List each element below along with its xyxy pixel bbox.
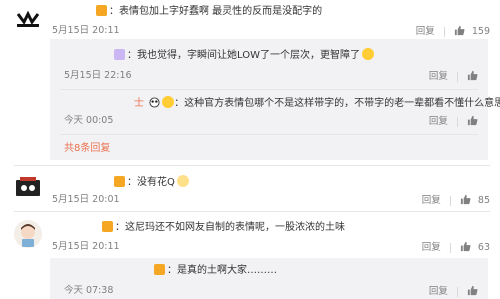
reply-time: 5月15日 22:16 — [64, 70, 132, 81]
reply-list: ：是真的土啊大家……… 今天 07:38 回复 — [50, 258, 488, 299]
comment-3: ：这尼玛还不如网友自制的表情呢，一股浓浓的土味 5月15日 20:11 回复 6… — [0, 212, 500, 258]
comment-text: ：没有花Q — [52, 175, 189, 190]
comment-time: 5月15日 20:01 — [52, 194, 120, 205]
username[interactable] — [52, 177, 114, 187]
like-count: 85 — [477, 194, 490, 206]
vip-badge-icon — [114, 176, 125, 187]
reply-divider — [60, 134, 478, 135]
reply-button[interactable]: 回复 — [422, 195, 441, 207]
reply-button[interactable]: 回复 — [429, 71, 448, 83]
comment-actions: 回复 85 — [422, 194, 490, 207]
vip-badge-icon — [154, 264, 165, 275]
reply-button[interactable]: 回复 — [429, 286, 448, 298]
like-button[interactable] — [460, 194, 471, 207]
emoji-icon — [162, 96, 175, 108]
thumbs-up-icon — [454, 25, 465, 36]
divider — [449, 195, 451, 206]
reply-actions: 回复 — [429, 285, 478, 298]
vip-badge-icon — [114, 49, 125, 60]
thumbs-up-icon — [467, 115, 478, 126]
reply-list: ：我也觉得，字瞬间让她LOW了一个层次，更智障了 5月15日 22:16 回复 … — [50, 39, 500, 160]
like-count: 63 — [477, 241, 490, 253]
comment-actions: 回复 159 — [416, 25, 490, 38]
username[interactable] — [52, 222, 102, 232]
like-count: 159 — [471, 25, 490, 37]
reply-time: 今天 00:05 — [64, 115, 114, 126]
divider — [443, 26, 445, 37]
avatar[interactable] — [14, 220, 42, 248]
avatar[interactable] — [14, 4, 42, 32]
vip-badge-icon — [102, 221, 113, 232]
thumbs-up-icon — [460, 194, 471, 205]
thumbs-up-icon — [460, 241, 471, 252]
like-button[interactable] — [460, 241, 471, 254]
comment-actions: 回复 63 — [422, 241, 490, 254]
thumbs-up-icon — [467, 285, 478, 296]
username[interactable] — [64, 50, 114, 60]
thumbs-up-icon — [467, 70, 478, 81]
username-tail[interactable]: 士 — [134, 98, 144, 109]
comment-2: ：没有花Q 5月15日 20:01 回复 85 — [0, 166, 500, 210]
emoji-icon — [361, 48, 374, 60]
vip-badge-icon — [96, 5, 107, 16]
reply-button[interactable]: 回复 — [416, 26, 435, 38]
username[interactable] — [64, 98, 134, 108]
emoji-icon — [176, 175, 189, 187]
comment-time: 5月15日 20:11 — [52, 241, 120, 252]
reply-text: ：我也觉得，字瞬间让她LOW了一个层次，更智障了 — [64, 48, 374, 63]
reply-time: 今天 07:38 — [64, 285, 114, 296]
reply-divider — [60, 89, 478, 90]
username[interactable] — [52, 6, 96, 16]
reply-actions: 回复 — [429, 70, 478, 83]
reply-text: 士 ：这种官方表情包哪个不是这样带字的，不带字的老一辈都看不懂什么意思 — [64, 96, 500, 111]
panda-badge-icon — [149, 97, 160, 108]
divider — [456, 286, 458, 297]
username[interactable] — [64, 265, 154, 275]
comment-time: 5月15日 20:11 — [52, 25, 120, 36]
comment-text: ：这尼玛还不如网友自制的表情呢，一股浓浓的土味 — [52, 221, 345, 235]
reply-button[interactable]: 回复 — [422, 242, 441, 254]
more-replies-link[interactable]: 共8条回复 — [64, 143, 110, 155]
divider — [456, 71, 458, 82]
reply-text: ：是真的土啊大家……… — [64, 264, 277, 278]
like-button[interactable] — [467, 115, 478, 128]
reply-actions: 回复 — [429, 115, 478, 128]
like-button[interactable] — [467, 70, 478, 83]
divider — [456, 116, 458, 127]
comment-text: ：表情包加上字好蠢啊 最灵性的反而是没配字的 — [52, 5, 322, 19]
reply-button[interactable]: 回复 — [429, 116, 448, 128]
divider — [449, 242, 451, 253]
like-button[interactable] — [454, 25, 465, 38]
avatar[interactable] — [14, 174, 42, 202]
like-button[interactable] — [467, 285, 478, 298]
